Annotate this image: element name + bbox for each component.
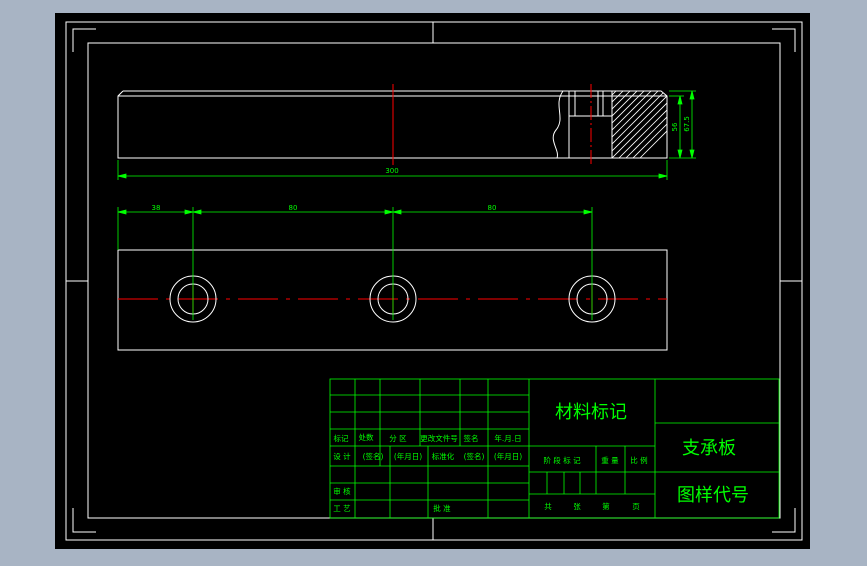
drawing-number: 图样代号 xyxy=(677,485,749,506)
material-mark: 材料标记 xyxy=(555,402,627,423)
dim-height-total: 67.5 xyxy=(683,116,691,132)
dim-hole-offset-3: 80 xyxy=(488,204,497,212)
label-review: 审 核 xyxy=(333,486,351,496)
dim-hole-offset-1: 38 xyxy=(152,204,161,212)
label-date-paren: (年月日) xyxy=(394,451,422,461)
label-signature: 签名 xyxy=(464,433,479,443)
label-total: 共 xyxy=(544,502,552,511)
dim-overall-length: 300 xyxy=(385,167,398,175)
label-zone: 分 区 xyxy=(389,434,407,443)
dim-height-step: 56 xyxy=(671,122,679,131)
label-sheets: 张 xyxy=(573,502,581,511)
label-date: 年.月.日 xyxy=(494,433,521,443)
label-approve: 批 准 xyxy=(433,503,451,513)
label-change-doc: 更改文件号 xyxy=(420,433,458,443)
label-weight: 重 量 xyxy=(601,456,619,465)
label-standardize: 标准化 xyxy=(432,451,455,461)
label-sign-paren: (签名) xyxy=(363,451,384,461)
label-scale: 比 例 xyxy=(630,455,647,465)
label-date-paren-2: (年月日) xyxy=(494,451,522,461)
label-design: 设 计 xyxy=(333,451,351,461)
label-mark: 标记 xyxy=(334,433,349,443)
label-count: 处数 xyxy=(359,432,374,442)
cad-drawing: 300 56 67.5 38 80 80 材料标记 支承板 图样代号 标记 处数… xyxy=(55,13,810,549)
dim-hole-offset-2: 80 xyxy=(289,204,298,212)
part-name: 支承板 xyxy=(682,438,736,459)
label-page-unit: 页 xyxy=(632,502,640,511)
label-process: 工 艺 xyxy=(333,504,350,513)
drawing-sheet xyxy=(55,13,810,549)
label-page: 第 xyxy=(602,501,610,511)
label-stage-mark: 阶 段 标 记 xyxy=(543,455,581,465)
cad-viewport: 300 56 67.5 38 80 80 材料标记 支承板 图样代号 标记 处数… xyxy=(0,0,867,562)
label-sign-paren-2: (签名) xyxy=(464,451,485,461)
